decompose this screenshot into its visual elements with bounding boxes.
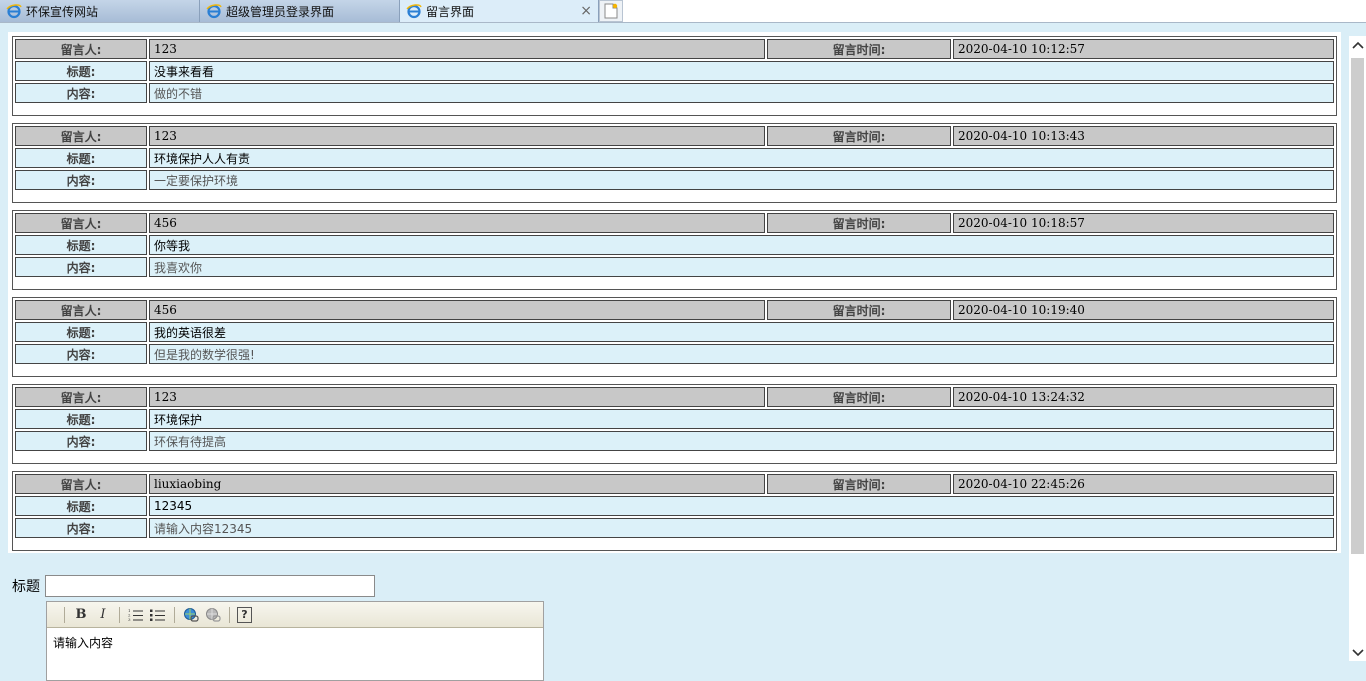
title-label: 标题: xyxy=(15,148,147,168)
help-button[interactable]: ? xyxy=(237,606,252,623)
content-label: 内容: xyxy=(15,170,147,190)
chevron-up-icon xyxy=(1351,41,1364,49)
title-value: 你等我 xyxy=(149,235,1334,255)
content-label: 内容: xyxy=(15,431,147,451)
author-label: 留言人: xyxy=(15,213,147,233)
toolbar-separator xyxy=(229,606,230,623)
toolbar-separator xyxy=(64,606,65,623)
unlink-globe-icon xyxy=(206,607,221,622)
insert-link-button[interactable] xyxy=(182,606,200,624)
author-value: 456 xyxy=(149,300,765,320)
author-value: 456 xyxy=(149,213,765,233)
ordered-list-button[interactable]: 123 xyxy=(127,606,145,624)
new-tab-icon xyxy=(604,3,618,19)
content-label: 内容: xyxy=(15,518,147,538)
content-value: 但是我的数学很强! xyxy=(149,344,1334,364)
message-card: 留言人: 123 留言时间: 2020-04-10 10:12:57 标题: 没… xyxy=(12,36,1337,116)
time-label: 留言时间: xyxy=(767,39,951,59)
title-value: 我的英语很差 xyxy=(149,322,1334,342)
time-label: 留言时间: xyxy=(767,387,951,407)
ie-icon xyxy=(6,3,22,19)
title-value: 没事来看看 xyxy=(149,61,1334,81)
content-value: 我喜欢你 xyxy=(149,257,1334,277)
remove-link-button[interactable] xyxy=(204,606,222,624)
time-label: 留言时间: xyxy=(767,126,951,146)
svg-text:3: 3 xyxy=(128,617,131,622)
ordered-list-icon: 123 xyxy=(128,608,143,622)
editor-content[interactable]: 请输入内容 xyxy=(47,628,543,657)
page-scrollbar[interactable] xyxy=(1349,36,1366,661)
bold-button[interactable]: B xyxy=(72,606,90,624)
title-label: 标题: xyxy=(15,496,147,516)
new-tab-button[interactable] xyxy=(599,0,623,22)
time-value: 2020-04-10 13:24:32 xyxy=(953,387,1334,407)
title-label: 标题: xyxy=(15,235,147,255)
browser-tab-bar: 环保宣传网站 超级管理员登录界面 留言界面 × xyxy=(0,0,1366,23)
message-card: 留言人: 123 留言时间: 2020-04-10 10:13:43 标题: 环… xyxy=(12,123,1337,203)
toolbar-separator xyxy=(119,606,120,623)
tab-label: 环保宣传网站 xyxy=(26,4,99,19)
time-value: 2020-04-10 22:45:26 xyxy=(953,474,1334,494)
ie-icon xyxy=(406,3,422,19)
link-globe-icon xyxy=(184,607,199,622)
author-label: 留言人: xyxy=(15,39,147,59)
message-card: 留言人: liuxiaobing 留言时间: 2020-04-10 22:45:… xyxy=(12,471,1337,551)
title-label: 标题: xyxy=(15,322,147,342)
close-tab-icon[interactable]: × xyxy=(580,3,592,19)
author-label: 留言人: xyxy=(15,474,147,494)
time-value: 2020-04-10 10:12:57 xyxy=(953,39,1334,59)
author-label: 留言人: xyxy=(15,126,147,146)
author-value: liuxiaobing xyxy=(149,474,765,494)
unordered-list-button[interactable] xyxy=(149,606,167,624)
content-value: 做的不错 xyxy=(149,83,1334,103)
time-label: 留言时间: xyxy=(767,300,951,320)
content-value: 一定要保护环境 xyxy=(149,170,1334,190)
tab-admin-login[interactable]: 超级管理员登录界面 xyxy=(200,0,400,22)
tab-message-board[interactable]: 留言界面 × xyxy=(400,0,599,22)
time-value: 2020-04-10 10:13:43 xyxy=(953,126,1334,146)
time-label: 留言时间: xyxy=(767,213,951,233)
time-value: 2020-04-10 10:19:40 xyxy=(953,300,1334,320)
title-value: 环境保护 xyxy=(149,409,1334,429)
time-label: 留言时间: xyxy=(767,474,951,494)
content-label: 内容: xyxy=(15,344,147,364)
tab-env-site[interactable]: 环保宣传网站 xyxy=(0,0,200,22)
rich-text-editor: B I 123 ? 请输入内容 xyxy=(46,601,544,681)
title-value: 12345 xyxy=(149,496,1334,516)
author-value: 123 xyxy=(149,39,765,59)
time-value: 2020-04-10 10:18:57 xyxy=(953,213,1334,233)
italic-button[interactable]: I xyxy=(94,606,112,624)
chevron-down-icon xyxy=(1351,648,1364,656)
content-value: 环保有待提高 xyxy=(149,431,1334,451)
unordered-list-icon xyxy=(150,609,165,621)
toolbar-separator xyxy=(174,606,175,623)
content-value: 请输入内容12345 xyxy=(149,518,1334,538)
title-label: 标题: xyxy=(15,409,147,429)
author-label: 留言人: xyxy=(15,387,147,407)
message-card: 留言人: 456 留言时间: 2020-04-10 10:19:40 标题: 我… xyxy=(12,297,1337,377)
author-label: 留言人: xyxy=(15,300,147,320)
scroll-up-button[interactable] xyxy=(1349,36,1366,53)
tab-label: 超级管理员登录界面 xyxy=(226,4,335,19)
message-list: 留言人: 123 留言时间: 2020-04-10 10:12:57 标题: 没… xyxy=(8,32,1341,553)
author-value: 123 xyxy=(149,126,765,146)
title-label: 标题: xyxy=(15,61,147,81)
ie-icon xyxy=(206,3,222,19)
content-label: 内容: xyxy=(15,83,147,103)
message-card: 留言人: 456 留言时间: 2020-04-10 10:18:57 标题: 你… xyxy=(12,210,1337,290)
author-value: 123 xyxy=(149,387,765,407)
message-card: 留言人: 123 留言时间: 2020-04-10 13:24:32 标题: 环… xyxy=(12,384,1337,464)
scroll-thumb[interactable] xyxy=(1351,58,1364,554)
content-label: 内容: xyxy=(15,257,147,277)
scroll-down-button[interactable] xyxy=(1349,644,1366,661)
title-input[interactable] xyxy=(45,575,375,597)
title-field-label: 标题 xyxy=(12,579,40,595)
editor-toolbar: B I 123 ? xyxy=(47,602,543,628)
tab-label: 留言界面 xyxy=(426,4,475,19)
title-value: 环境保护人人有责 xyxy=(149,148,1334,168)
